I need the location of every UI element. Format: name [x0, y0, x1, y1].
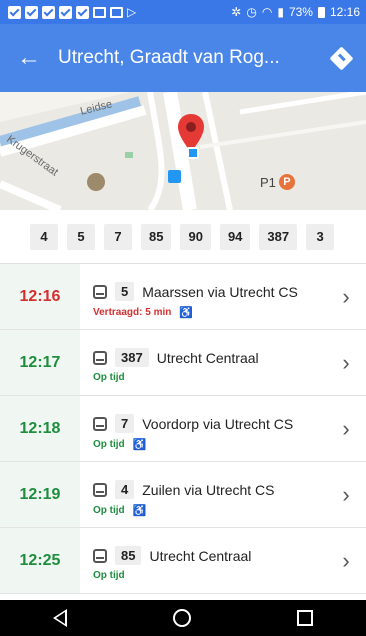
- alarm-icon: ◷: [246, 5, 257, 19]
- clock: 12:16: [329, 5, 360, 19]
- departure-info: 85 Utrecht Centraal Op tijd: [80, 528, 326, 593]
- route-chips: 4 5 7 85 90 94 387 3: [0, 210, 366, 264]
- transit-stop-icon: [187, 147, 199, 159]
- status-text: Op tijd: [93, 505, 125, 516]
- app-bar: ← Utrecht, Graadt van Rog...: [0, 24, 366, 92]
- parking-icon: P: [278, 174, 295, 190]
- checkbox-icon: [42, 5, 55, 19]
- destination: Zuilen via Utrecht CS: [142, 481, 275, 498]
- chevron-right-icon[interactable]: ›: [326, 330, 366, 395]
- departures-list[interactable]: 12:16 5 Maarssen via Utrecht CS Vertraag…: [0, 264, 366, 600]
- checkbox-icon: [59, 5, 72, 19]
- route-number: 85: [115, 546, 142, 565]
- route-line: 7 Voordorp via Utrecht CS: [93, 414, 293, 433]
- departure-status: Vertraagd: 5 min ♿: [93, 306, 193, 319]
- route-chip[interactable]: 7: [104, 223, 132, 250]
- route-chip[interactable]: 85: [141, 223, 172, 250]
- parking-label: P1: [260, 174, 276, 190]
- play-icon: ▷: [127, 5, 137, 19]
- directions-button[interactable]: [316, 24, 366, 92]
- status-text: Op tijd: [93, 570, 125, 581]
- route-number: 4: [115, 480, 135, 499]
- departure-info: 4 Zuilen via Utrecht CS Op tijd ♿: [80, 462, 326, 527]
- destination: Utrecht Centraal: [149, 547, 252, 564]
- departure-status: Op tijd: [93, 372, 125, 383]
- page-title: Utrecht, Graadt van Rog...: [58, 47, 280, 68]
- status-text: Op tijd: [93, 439, 125, 450]
- nav-recents-icon[interactable]: [297, 610, 313, 626]
- departure-time: 12:18: [0, 396, 80, 461]
- status-text: Vertraagd: 5 min: [93, 307, 172, 318]
- destination: Maarssen via Utrecht CS: [142, 283, 298, 300]
- mail-icon: [93, 6, 106, 18]
- status-bar: ▷ ✲ ◷ ◠ ▮ 73% 12:16: [0, 0, 366, 24]
- route-line: 5 Maarssen via Utrecht CS: [93, 282, 298, 301]
- wifi-icon: ◠: [261, 5, 273, 19]
- departure-status: Op tijd ♿: [93, 504, 146, 517]
- notification-icons: ▷: [8, 5, 136, 19]
- place-marker-icon: [87, 173, 105, 191]
- departure-time: 12:19: [0, 462, 80, 527]
- directions-icon: [328, 45, 354, 71]
- departure-info: 7 Voordorp via Utrecht CS Op tijd ♿: [80, 396, 326, 461]
- back-button[interactable]: ←: [0, 24, 58, 92]
- bus-stop-icon: [168, 170, 181, 183]
- chevron-right-icon[interactable]: ›: [326, 462, 366, 527]
- route-number: 387: [115, 348, 149, 367]
- route-chip[interactable]: 94: [219, 223, 251, 250]
- bus-icon: [93, 548, 107, 563]
- system-icons: ✲ ◷ ◠ ▮ 73% 12:16: [231, 5, 360, 19]
- parking-marker: P1 P: [260, 174, 295, 190]
- battery-percent: 73%: [288, 5, 313, 19]
- departure-row[interactable]: 12:25 85 Utrecht Centraal Op tijd ›: [0, 528, 366, 594]
- bus-icon: [93, 284, 107, 299]
- wheelchair-icon: ♿: [132, 439, 147, 451]
- departure-time: 12:16: [0, 264, 80, 329]
- image-icon: [110, 6, 123, 18]
- route-number: 5: [115, 282, 135, 301]
- departure-time: 12:25: [0, 528, 80, 593]
- screen: ▷ ✲ ◷ ◠ ▮ 73% 12:16 ← Utrecht, Graadt va…: [0, 0, 366, 636]
- route-number: 7: [115, 414, 135, 433]
- arrow-back-icon: ←: [17, 44, 41, 71]
- wheelchair-icon: ♿: [132, 505, 147, 517]
- status-text: Op tijd: [93, 372, 125, 383]
- nav-home-icon[interactable]: [173, 609, 191, 627]
- departure-status: Op tijd ♿: [93, 438, 146, 451]
- route-chip[interactable]: 4: [30, 223, 58, 250]
- route-chip[interactable]: 90: [180, 223, 211, 250]
- destination: Utrecht Centraal: [156, 349, 259, 366]
- battery-icon: [317, 6, 325, 18]
- departure-info: 387 Utrecht Centraal Op tijd: [80, 330, 326, 395]
- bluetooth-icon: ✲: [231, 5, 242, 19]
- route-line: 387 Utrecht Centraal: [93, 348, 259, 367]
- departure-row[interactable]: 12:17 387 Utrecht Centraal Op tijd ›: [0, 330, 366, 396]
- navigation-bar: [0, 600, 366, 636]
- route-line: 85 Utrecht Centraal: [93, 546, 251, 565]
- checkbox-icon: [25, 5, 38, 19]
- map-view[interactable]: Leidse Krugerstraat P1 P: [0, 92, 366, 210]
- destination: Voordorp via Utrecht CS: [142, 415, 294, 432]
- chevron-right-icon[interactable]: ›: [326, 528, 366, 593]
- departure-row[interactable]: 12:16 5 Maarssen via Utrecht CS Vertraag…: [0, 264, 366, 330]
- signal-icon: ▮: [277, 5, 284, 19]
- chevron-right-icon[interactable]: ›: [326, 264, 366, 329]
- departure-info: 5 Maarssen via Utrecht CS Vertraagd: 5 m…: [80, 264, 326, 329]
- route-chip[interactable]: 387: [259, 223, 298, 250]
- bus-icon: [93, 350, 107, 365]
- checkbox-icon: [8, 5, 21, 19]
- route-chip[interactable]: 5: [67, 223, 95, 250]
- route-line: 4 Zuilen via Utrecht CS: [93, 480, 275, 499]
- bus-icon: [93, 416, 107, 431]
- departure-time: 12:17: [0, 330, 80, 395]
- departure-row[interactable]: 12:18 7 Voordorp via Utrecht CS Op tijd …: [0, 396, 366, 462]
- chevron-right-icon[interactable]: ›: [326, 396, 366, 461]
- departure-row[interactable]: 12:19 4 Zuilen via Utrecht CS Op tijd ♿ …: [0, 462, 366, 528]
- bus-icon: [93, 482, 107, 497]
- departure-status: Op tijd: [93, 570, 125, 581]
- nav-back-icon[interactable]: [53, 609, 67, 627]
- checkbox-icon: [76, 5, 89, 19]
- route-chip[interactable]: 3: [306, 223, 335, 250]
- wheelchair-icon: ♿: [179, 307, 194, 319]
